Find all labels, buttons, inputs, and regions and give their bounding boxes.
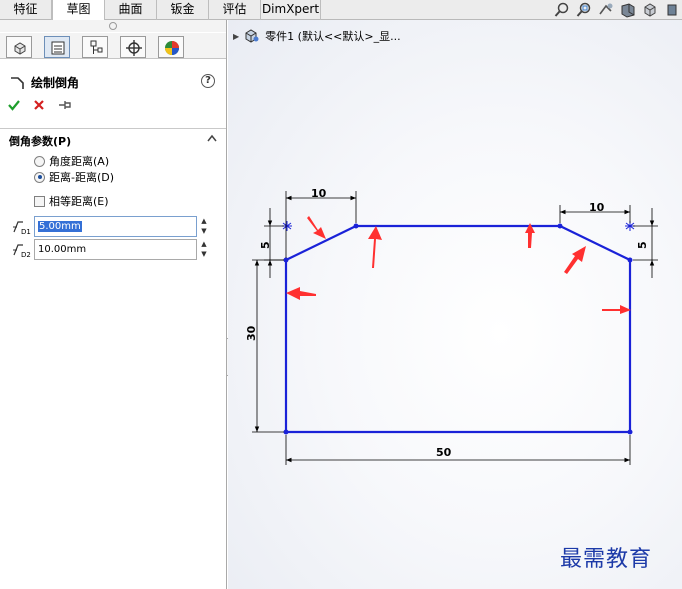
red-arrow [368, 226, 382, 268]
dim-top-left-width[interactable]: 10 [311, 187, 327, 200]
dimension-labels: 10 10 5 5 30 50 [245, 187, 649, 459]
dim-top-right-width[interactable]: 10 [589, 201, 605, 214]
dim-left-chamfer-height[interactable]: 5 [259, 241, 272, 249]
watermark-logo: 最需教育 [560, 547, 653, 572]
dim-height[interactable]: 30 [245, 325, 258, 341]
red-arrow [307, 216, 326, 239]
dim-width[interactable]: 50 [436, 446, 452, 459]
dim-right-chamfer-height[interactable]: 5 [636, 241, 649, 249]
dimensions [252, 191, 658, 465]
red-arrow [602, 305, 631, 314]
annotation-arrows [286, 216, 631, 314]
red-arrow [564, 246, 586, 274]
red-arrow [286, 287, 316, 300]
sketch-drawing: 10 10 5 5 30 50 [245, 187, 658, 465]
